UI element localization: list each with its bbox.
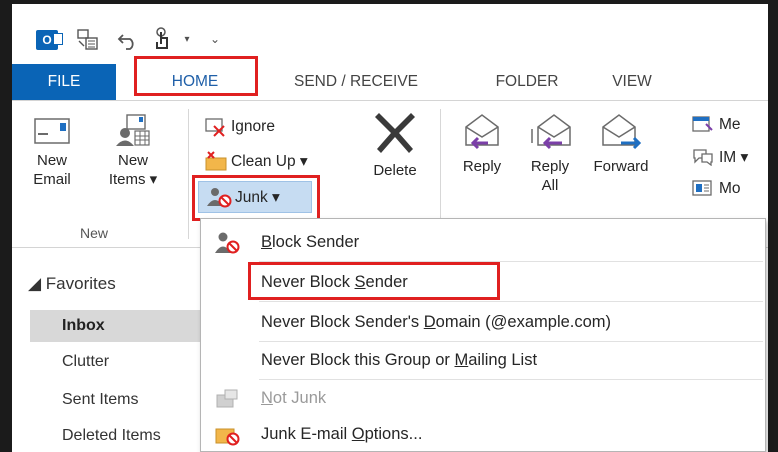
forward-label: Forward	[593, 158, 649, 175]
favorites-header[interactable]: ◢ Favorites	[28, 274, 116, 294]
tab-send-receive[interactable]: SEND / RECEIVE	[274, 64, 438, 100]
junk-button-highlight	[192, 175, 320, 221]
meeting-icon	[692, 114, 716, 136]
tab-folder[interactable]: FOLDER	[482, 64, 572, 100]
forward-icon	[599, 113, 643, 151]
im-button[interactable]: IM ▾	[692, 143, 748, 171]
window-frame-right	[768, 0, 778, 452]
new-items-label-2: Items ▾	[108, 171, 158, 188]
new-email-label-2: Email	[33, 171, 71, 188]
reply-all-button[interactable]: Reply All	[522, 113, 578, 195]
clean-up-label: Clean Up ▾	[231, 152, 308, 170]
ignore-button[interactable]: Ignore	[204, 113, 275, 141]
delete-button[interactable]: Delete	[364, 107, 426, 180]
block-sender-label: Block Sender	[261, 232, 360, 251]
reply-all-label-1: Reply	[530, 158, 570, 175]
new-items-icon	[113, 113, 153, 147]
never-block-group-label: Never Block this Group or Mailing List	[261, 350, 538, 369]
outlook-logo-icon: O	[36, 30, 63, 50]
junk-dropdown-menu: Block Sender Never Block Sender Never Bl…	[200, 218, 766, 452]
new-email-button[interactable]: New Email	[28, 113, 76, 189]
new-items-button[interactable]: New Items ▾	[102, 113, 164, 189]
folder-pane: ◢ Favorites Inbox Clutter Sent Items Del…	[12, 248, 202, 452]
forward-button[interactable]: Forward	[586, 113, 656, 176]
not-junk-icon	[215, 387, 241, 411]
folder-clutter[interactable]: Clutter	[30, 346, 202, 378]
menu-item-never-block-domain[interactable]: Never Block Sender's Domain (@example.co…	[201, 303, 765, 341]
ignore-label: Ignore	[231, 118, 275, 135]
new-group-label: New	[80, 225, 109, 241]
undo-icon[interactable]	[117, 28, 139, 52]
block-user-icon	[215, 231, 241, 255]
tab-file[interactable]: FILE	[12, 64, 116, 100]
clean-up-button[interactable]: Clean Up ▾	[204, 147, 308, 175]
menu-item-not-junk: Not Junk	[201, 379, 765, 417]
reply-label: Reply	[462, 158, 502, 175]
folder-inbox[interactable]: Inbox	[30, 310, 202, 342]
outlook-window: O ▾ ⌄ FILE HOME SEND / RECEIVE FOLDER VI…	[12, 4, 768, 452]
menu-item-never-block-group[interactable]: Never Block this Group or Mailing List	[201, 341, 765, 379]
menu-item-junk-options[interactable]: Junk E-mail Options...	[201, 415, 765, 452]
tab-view[interactable]: VIEW	[602, 64, 662, 100]
window-frame-left	[0, 0, 12, 452]
reply-button[interactable]: Reply	[454, 113, 510, 176]
more-respond-button[interactable]: Mo	[692, 175, 741, 203]
never-block-sender-highlight	[248, 262, 500, 300]
ribbon-tabs: FILE HOME SEND / RECEIVE FOLDER VIEW	[12, 64, 768, 100]
send-receive-all-icon[interactable]	[76, 28, 100, 52]
delete-x-icon	[371, 107, 419, 155]
reply-all-label-2: All	[541, 177, 559, 194]
menu-item-block-sender[interactable]: Block Sender	[201, 223, 765, 261]
clean-up-icon	[204, 150, 228, 172]
ignore-icon	[204, 116, 228, 138]
junk-options-icon	[215, 423, 241, 447]
never-block-domain-label: Never Block Sender's Domain (@example.co…	[261, 312, 612, 331]
touch-mouse-mode-icon[interactable]	[152, 26, 174, 52]
title-bar: O ▾ ⌄	[12, 4, 768, 64]
folder-deleted-items[interactable]: Deleted Items	[30, 420, 202, 452]
im-label: IM ▾	[719, 148, 749, 166]
customize-toolbar-icon[interactable]: ⌄	[208, 32, 222, 46]
delete-label: Delete	[373, 162, 417, 179]
reply-all-icon	[528, 113, 572, 151]
home-tab-highlight	[134, 56, 258, 96]
meeting-button[interactable]: Me	[692, 111, 741, 139]
im-icon	[692, 146, 716, 168]
menu-separator	[259, 301, 763, 302]
folder-sent-items[interactable]: Sent Items	[30, 384, 202, 416]
group-separator	[188, 109, 189, 239]
reply-icon	[460, 113, 504, 151]
new-items-label-1: New	[117, 152, 148, 169]
junk-options-label: Junk E-mail Options...	[261, 424, 423, 443]
new-email-label-1: New	[36, 152, 67, 169]
meeting-label: Me	[719, 116, 741, 133]
new-email-icon	[32, 113, 72, 147]
chevron-down-icon[interactable]: ▾	[180, 32, 194, 46]
more-respond-icon	[692, 178, 716, 200]
more-respond-label: Mo	[719, 180, 741, 197]
not-junk-label: Not Junk	[261, 388, 327, 407]
